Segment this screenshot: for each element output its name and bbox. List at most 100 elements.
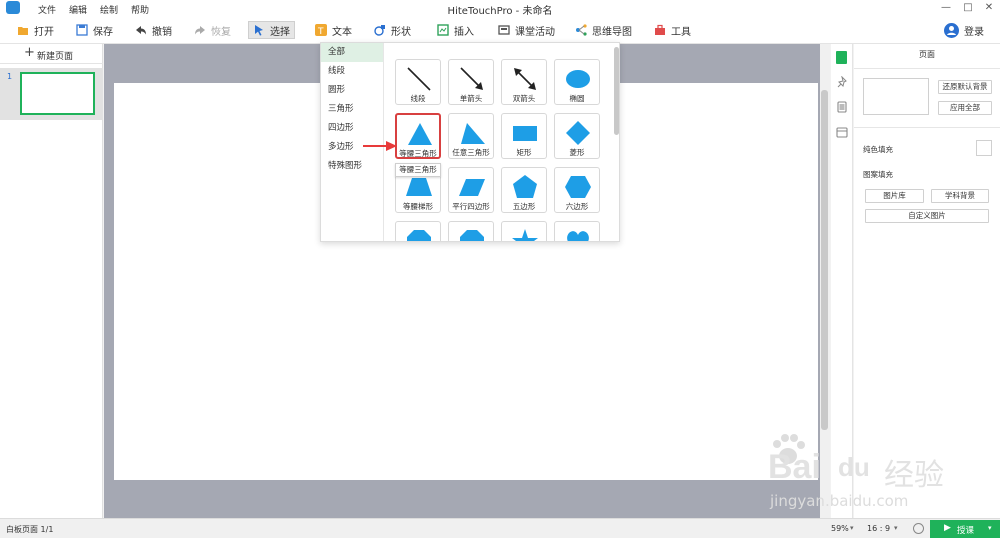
dropdown-scrollbar[interactable]: [614, 47, 619, 135]
baidu-watermark: Bai du 经验 jingyan.baidu.com: [760, 430, 995, 520]
undo-label: 撤销: [152, 26, 172, 38]
pentagon-icon: [513, 175, 537, 198]
shape-tile[interactable]: 矩形: [501, 113, 547, 159]
custom-image-button[interactable]: 自定义图片: [865, 209, 989, 223]
page-info: 白板页面 1/1: [6, 525, 54, 534]
new-page-button[interactable]: + 新建页面: [0, 44, 103, 64]
media-icon[interactable]: [836, 126, 848, 138]
parallelogram-icon: [459, 179, 485, 196]
apply-all-button[interactable]: 应用全部: [938, 101, 992, 115]
shape-tile-label: 等腰三角形: [399, 149, 437, 158]
undo-button[interactable]: 撤销: [135, 21, 172, 39]
line-icon: [407, 67, 431, 91]
shape-category-item[interactable]: 特殊图形: [321, 157, 383, 176]
shape-tile[interactable]: [448, 221, 494, 241]
open-button[interactable]: 打开: [17, 21, 54, 39]
rectangle-icon: [513, 126, 537, 141]
shape-tile[interactable]: 等腰三角形: [395, 113, 441, 159]
maximize-button[interactable]: □: [957, 0, 979, 16]
watermark-du: du: [838, 452, 870, 482]
insert-icon: [437, 24, 449, 36]
ratio-dropdown-icon[interactable]: ▾: [894, 524, 898, 532]
minimize-button[interactable]: —: [935, 0, 957, 16]
new-page-label: 新建页面: [37, 52, 74, 62]
class-activity-label: 课堂活动: [515, 26, 555, 38]
login-button[interactable]: 登录: [944, 21, 984, 39]
save-button[interactable]: 保存: [76, 21, 113, 39]
shape-tile[interactable]: 菱形: [554, 113, 600, 159]
shape-tile-label: 双箭头: [512, 94, 536, 103]
zoom-dropdown-icon[interactable]: ▾: [850, 524, 854, 532]
shape-tile[interactable]: 双箭头: [501, 59, 547, 105]
save-label: 保存: [93, 26, 113, 38]
status-bar: 白板页面 1/1 59% ▾ 16 : 9 ▾ ▶ 授课 ▾: [0, 518, 1000, 538]
aspect-ratio[interactable]: 16 : 9: [867, 524, 890, 533]
shape-category-item[interactable]: 线段: [321, 62, 383, 81]
insert-button[interactable]: 插入: [437, 21, 474, 39]
shape-tile[interactable]: 六边形: [554, 167, 600, 213]
shape-category-item[interactable]: 圆形: [321, 81, 383, 100]
tools-button[interactable]: 工具: [654, 21, 691, 39]
shape-tile-label: 五边形: [512, 202, 536, 211]
mindmap-label: 思维导图: [592, 26, 632, 38]
shape-grid: 线段 单箭头 双箭头 椭圆 等腰三角形 任意三角形 矩形 菱形 等腰梯形 平行四边形 五边形 六边形: [385, 43, 611, 241]
scalene-triangle-icon: [461, 123, 485, 144]
isosceles-triangle-icon: [408, 123, 432, 145]
class-activity-button[interactable]: 课堂活动: [498, 21, 555, 39]
mindmap-button[interactable]: 思维导图: [575, 21, 632, 39]
subject-background-button[interactable]: 学科背景: [931, 189, 989, 203]
redo-button[interactable]: 恢复: [194, 21, 231, 39]
page-number: 1: [7, 72, 13, 81]
watermark-brand: Bai: [768, 448, 821, 486]
redo-label: 恢复: [211, 26, 231, 38]
divider: [854, 127, 1000, 128]
play-icon: ▶: [944, 523, 951, 533]
shape-tile-label: 平行四边形: [452, 202, 490, 211]
shape-category-item[interactable]: 四边形: [321, 119, 383, 138]
svg-text:T: T: [317, 27, 324, 36]
shape-tile[interactable]: 任意三角形: [448, 113, 494, 159]
watermark-url: jingyan.baidu.com: [770, 492, 909, 510]
close-button[interactable]: ✕: [978, 0, 1000, 16]
shape-tile[interactable]: 线段: [395, 59, 441, 105]
shape-category-item[interactable]: 三角形: [321, 100, 383, 119]
shape-tile[interactable]: 单箭头: [448, 59, 494, 105]
annotation-arrow-icon: [363, 141, 397, 151]
page-settings-icon[interactable]: [836, 51, 847, 64]
shape-tile[interactable]: [554, 221, 600, 241]
page-thumbnail-row[interactable]: 1: [0, 68, 103, 120]
shape-tile-label: 椭圆: [569, 94, 585, 103]
text-button[interactable]: T 文本: [315, 21, 352, 39]
divider: [854, 68, 1000, 69]
layers-icon[interactable]: [836, 101, 848, 113]
login-label: 登录: [964, 26, 984, 38]
star-icon: [512, 229, 538, 241]
shape-tile[interactable]: [395, 221, 441, 241]
restore-default-bg-button[interactable]: 还原默认背景: [938, 80, 992, 94]
refresh-icon[interactable]: [913, 523, 924, 534]
shape-icon: [374, 24, 386, 36]
folder-icon: [17, 24, 29, 36]
select-button[interactable]: 选择: [248, 21, 295, 39]
page-thumbnail[interactable]: [20, 72, 95, 115]
shape-tile[interactable]: 五边形: [501, 167, 547, 213]
fill-color-swatch[interactable]: [976, 140, 992, 156]
shape-tile[interactable]: 椭圆: [554, 59, 600, 105]
shape-tile[interactable]: [501, 221, 547, 241]
shape-tile[interactable]: 平行四边形: [448, 167, 494, 213]
activity-icon: [498, 24, 510, 36]
pin-icon[interactable]: [836, 75, 848, 88]
teach-button[interactable]: ▶ 授课 ▾: [930, 520, 1000, 538]
diamond-icon: [566, 121, 590, 145]
octagon-icon: [460, 230, 484, 241]
open-label: 打开: [34, 26, 54, 38]
shape-tile-label: 六边形: [565, 202, 589, 211]
shape-button[interactable]: 形状: [374, 21, 411, 39]
scrollbar-thumb[interactable]: [821, 90, 828, 430]
shape-tile-label: 任意三角形: [452, 148, 490, 157]
zoom-level[interactable]: 59%: [831, 524, 849, 533]
panel-title: 页面: [919, 50, 935, 59]
image-gallery-button[interactable]: 图片库: [865, 189, 924, 203]
shape-category-item[interactable]: 全部: [321, 43, 383, 62]
select-label: 选择: [270, 26, 290, 38]
